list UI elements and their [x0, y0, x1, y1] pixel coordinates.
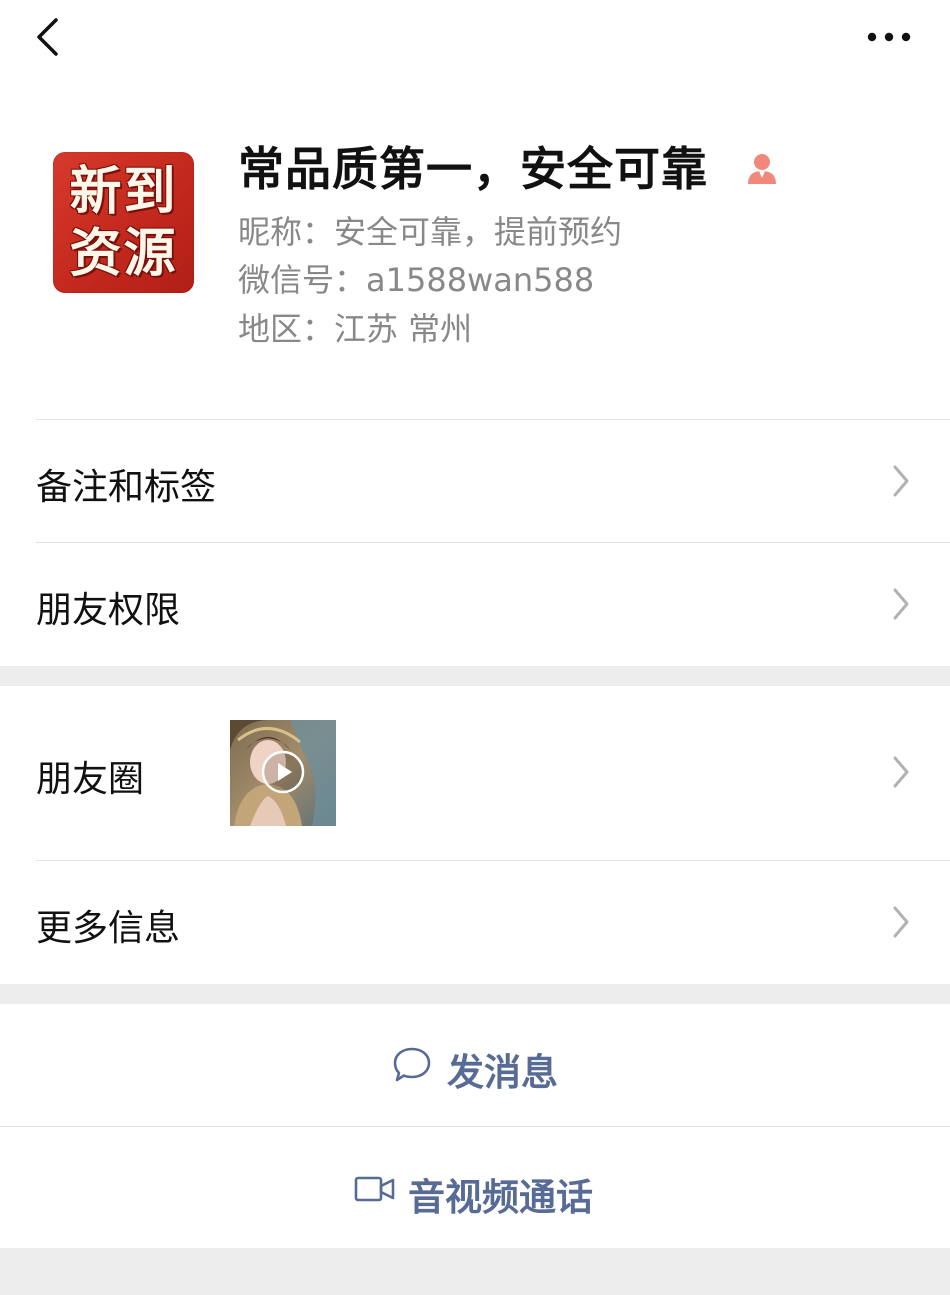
back-button[interactable]: [28, 14, 72, 60]
chevron-right-icon: [893, 756, 909, 788]
contact-profile-page: 新到 资源 常品质第一，安全可靠 昵称：安全可靠，提前预约 微信号：a1588w…: [0, 0, 950, 1295]
chevron-right-icon: [893, 588, 909, 620]
avatar-text-line1: 新到: [69, 160, 178, 222]
chevron-right-icon: [893, 906, 909, 938]
more-info-row[interactable]: 更多信息: [0, 861, 950, 984]
moments-thumbnail-image: [230, 720, 336, 826]
friend-permissions-label: 朋友权限: [36, 590, 181, 631]
profile-name: 常品质第一，安全可靠: [238, 142, 708, 196]
nickname-text: 昵称：安全可靠，提前预约: [238, 213, 623, 251]
section-gap: [0, 984, 950, 1004]
moments-section: 朋友圈 更多信息: [0, 686, 950, 984]
friend-permissions-row[interactable]: 朋友权限: [0, 543, 950, 666]
remarks-tags-row[interactable]: 备注和标签: [0, 420, 950, 542]
wechat-id-text: 微信号：a1588wan588: [238, 261, 595, 299]
female-icon: [748, 154, 776, 184]
chevron-right-icon: [893, 465, 909, 497]
video-call-button[interactable]: 音视频通话: [0, 1127, 950, 1249]
more-dots-icon: [867, 32, 911, 42]
actions-section: 发消息 音视频通话: [0, 1004, 950, 1248]
more-info-label: 更多信息: [36, 908, 181, 949]
moments-label: 朋友圈: [36, 759, 145, 800]
moments-video-thumbnail[interactable]: [230, 720, 336, 826]
section-gap: [0, 666, 950, 686]
more-button[interactable]: [860, 22, 918, 52]
profile-header-section: 新到 资源 常品质第一，安全可靠 昵称：安全可靠，提前预约 微信号：a1588w…: [0, 0, 950, 666]
chevron-left-icon: [37, 18, 58, 56]
moments-row[interactable]: 朋友圈: [0, 686, 950, 860]
avatar-text: 新到 资源: [53, 152, 194, 293]
avatar[interactable]: 新到 资源: [53, 152, 194, 293]
chat-bubble-icon: [393, 1047, 431, 1082]
avatar-text-line2: 资源: [69, 222, 178, 284]
send-message-label: 发消息: [447, 1051, 558, 1094]
video-camera-icon: [354, 1176, 395, 1202]
send-message-button[interactable]: 发消息: [0, 1004, 950, 1126]
region-text: 地区：江苏 常州: [238, 310, 473, 348]
remarks-tags-label: 备注和标签: [36, 467, 217, 508]
video-call-label: 音视频通话: [408, 1176, 593, 1219]
